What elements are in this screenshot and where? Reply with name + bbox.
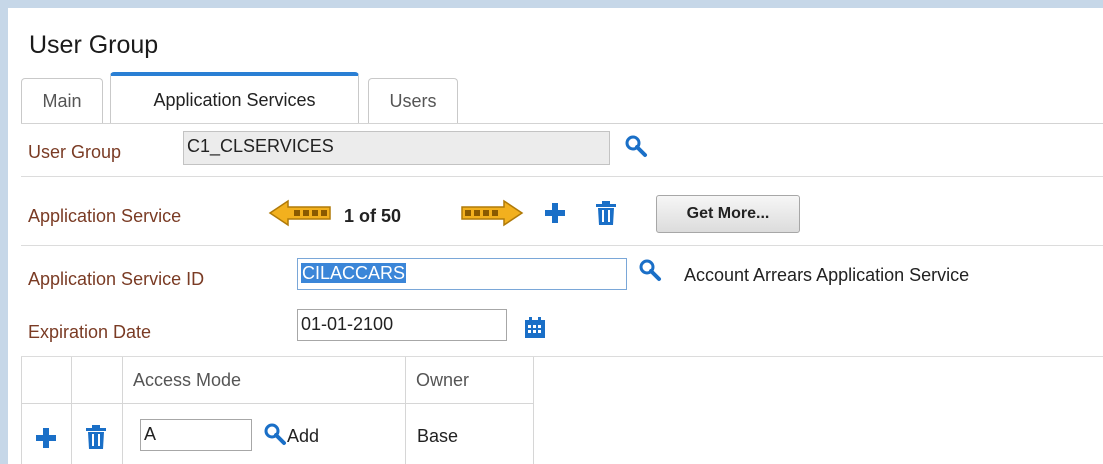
owner-value: Base — [417, 426, 459, 446]
access-mode-description: Add — [287, 426, 320, 446]
table-row-delete-cell — [72, 404, 123, 464]
application-service-id-field[interactable]: CILACCARS — [297, 258, 627, 290]
delete-icon[interactable] — [85, 424, 107, 450]
tab-divider — [21, 123, 1103, 124]
tab-main[interactable]: Main — [21, 78, 103, 123]
grid-header-owner: Owner — [406, 357, 534, 404]
previous-arrow-icon[interactable] — [268, 199, 334, 227]
tab-users[interactable]: Users — [368, 78, 458, 123]
application-service-id-label: Application Service ID — [28, 269, 205, 289]
add-icon[interactable] — [543, 201, 567, 225]
search-icon[interactable] — [638, 258, 664, 284]
calendar-icon[interactable] — [523, 316, 547, 340]
tab-application-services[interactable]: Application Services — [110, 72, 359, 124]
user-group-field[interactable]: C1_CLSERVICES — [183, 131, 610, 165]
access-mode-field[interactable]: A — [140, 419, 252, 451]
search-icon[interactable] — [263, 422, 289, 448]
expiration-date-field[interactable]: 01-01-2100 — [297, 309, 507, 341]
next-arrow-icon[interactable] — [458, 199, 524, 227]
grid-header-action — [21, 357, 72, 404]
table-row-add-cell — [21, 404, 72, 464]
grid-header-action — [72, 357, 123, 404]
separator — [21, 176, 1103, 177]
grid-header-access-mode: Access Mode — [123, 357, 406, 404]
application-service-description: Account Arrears Application Service — [684, 265, 970, 285]
separator — [21, 245, 1103, 246]
search-icon[interactable] — [624, 134, 650, 160]
add-icon[interactable] — [34, 426, 58, 450]
get-more-button[interactable]: Get More... — [656, 195, 800, 233]
window-left-border — [0, 0, 8, 464]
application-service-label: Application Service — [28, 206, 182, 226]
delete-icon[interactable] — [595, 200, 617, 226]
table-row-owner-cell: Base — [406, 404, 534, 464]
application-service-id-value: CILACCARS — [301, 263, 407, 283]
user-group-label: User Group — [28, 142, 122, 162]
window-top-border — [0, 0, 1103, 8]
table-row-access-mode-cell: A Add — [123, 404, 406, 464]
page-title: User Group — [29, 31, 159, 59]
record-counter: 1 of 50 — [344, 206, 402, 226]
expiration-date-label: Expiration Date — [28, 322, 152, 342]
